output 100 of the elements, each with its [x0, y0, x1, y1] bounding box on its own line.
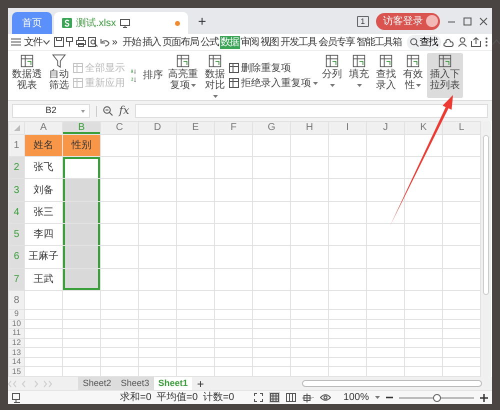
brush-icon[interactable]	[66, 37, 74, 47]
menu-tab[interactable]: 开始	[122, 36, 142, 48]
sort-button[interactable]: 排序	[126, 53, 164, 98]
column-header[interactable]: C	[100, 122, 138, 134]
menu-tab[interactable]: 审阅	[240, 36, 260, 48]
new-tab-button[interactable]: +	[190, 14, 214, 28]
row-header[interactable]: 1	[8, 134, 24, 157]
selected-cell[interactable]	[62, 201, 100, 224]
active-cell[interactable]	[62, 156, 100, 179]
caret-icon[interactable]	[375, 396, 380, 399]
menu-tab[interactable]: 会员专享	[318, 36, 356, 48]
column-header[interactable]: L	[442, 122, 480, 134]
menu-icon[interactable]	[11, 38, 21, 46]
row-header[interactable]: 14	[8, 357, 24, 367]
column-header[interactable]: I	[328, 122, 366, 134]
selected-cell[interactable]	[62, 178, 100, 202]
column-header[interactable]: D	[138, 122, 176, 134]
zoom-icon[interactable]	[103, 106, 113, 116]
more-icon[interactable]	[484, 37, 488, 47]
menu-tab[interactable]: 视图	[260, 36, 280, 48]
ribbon-button[interactable]: 查找录入	[373, 53, 399, 98]
undo-icon[interactable]	[100, 38, 110, 46]
menu-tab[interactable]: 公式	[200, 36, 220, 48]
column-header[interactable]: A	[24, 122, 62, 134]
ribbon-button[interactable]: 插入下拉列表	[427, 53, 463, 98]
column-header[interactable]: H	[290, 122, 328, 134]
fx-button[interactable]: fx	[119, 102, 130, 120]
close-icon[interactable]	[479, 16, 488, 26]
fullscreen-icon[interactable]	[254, 393, 264, 402]
sheet-tab[interactable]: Sheet3	[116, 377, 154, 390]
selected-cell[interactable]	[62, 268, 100, 290]
formula-input[interactable]	[135, 104, 488, 118]
row-header[interactable]: 15	[8, 366, 24, 376]
add-sheet-button[interactable]: +	[192, 378, 210, 390]
row-header[interactable]: 13	[8, 348, 24, 358]
minus-icon[interactable]	[386, 396, 393, 399]
maximize-icon[interactable]	[463, 16, 472, 26]
row-header[interactable]: 8	[8, 290, 24, 310]
horizontal-scrollbar[interactable]	[302, 380, 482, 387]
ribbon-button[interactable]: 删除重复项	[229, 62, 318, 74]
row-header[interactable]: 9	[8, 310, 24, 320]
table-cell[interactable]: 性别	[62, 134, 100, 157]
caret-icon	[357, 84, 362, 87]
more-tools[interactable]: »	[112, 34, 118, 50]
zoom-slider-thumb[interactable]	[432, 394, 440, 402]
column-header[interactable]: J	[366, 122, 404, 134]
person-icon[interactable]	[458, 37, 467, 47]
ribbon-button[interactable]: 有效性	[400, 53, 426, 98]
row-header[interactable]: 10	[8, 319, 24, 329]
column-header[interactable]: E	[176, 122, 214, 134]
search-button[interactable]: 查找	[406, 34, 441, 50]
selected-cell[interactable]	[62, 224, 100, 246]
cloud-icon[interactable]	[442, 38, 454, 46]
table-icon	[73, 78, 83, 88]
menu-tab[interactable]: 智能工具箱	[356, 36, 403, 48]
table-cell[interactable]: 张飞	[24, 156, 62, 179]
save-icon[interactable]	[54, 37, 64, 47]
plus-icon[interactable]	[480, 394, 488, 402]
ribbon-button[interactable]: 拒绝录入重复项	[229, 78, 318, 88]
column-header[interactable]: G	[252, 122, 290, 134]
menu-tab[interactable]: 页面布局	[162, 36, 200, 48]
table-icon	[208, 54, 222, 68]
vertical-scrollbar[interactable]	[481, 121, 491, 377]
name-box[interactable]: B2	[12, 104, 90, 118]
chevron-up-icon[interactable]	[492, 39, 500, 45]
sheet-tab[interactable]: Sheet1	[154, 377, 192, 390]
record-icon[interactable]	[12, 392, 22, 402]
menu-tab[interactable]: 开发工具	[280, 36, 318, 48]
ribbon-button[interactable]: 高亮重复项	[165, 53, 201, 98]
column-header[interactable]: F	[214, 122, 252, 134]
file-tab[interactable]: 测试.xlsx	[54, 12, 188, 34]
ribbon-button[interactable]: 自动筛选	[46, 53, 72, 98]
ribbon-button[interactable]: 填充	[346, 53, 372, 98]
login-button[interactable]: 访客登录	[376, 12, 440, 30]
table-icon	[229, 63, 239, 73]
share-icon[interactable]	[470, 37, 481, 47]
selected-cell[interactable]	[62, 246, 100, 268]
page-layout-icon[interactable]	[286, 393, 296, 402]
menu-tab[interactable]: 数据	[220, 36, 240, 48]
home-tab[interactable]: 首页	[12, 12, 52, 34]
monitor-icon	[120, 18, 130, 28]
page-break-icon[interactable]	[302, 392, 314, 402]
row-header[interactable]: 11	[8, 328, 24, 338]
row-header[interactable]: 12	[8, 338, 24, 348]
menu-tab[interactable]: 插入	[142, 36, 162, 48]
status-stat: 计数=0	[202, 390, 234, 405]
grid-view-icon[interactable]	[269, 392, 280, 403]
chevron-down-icon[interactable]	[43, 40, 50, 44]
sheet-tab[interactable]: Sheet2	[78, 377, 116, 390]
file-name: 测试.xlsx	[76, 16, 116, 30]
eye-icon[interactable]	[320, 393, 332, 402]
print-icon[interactable]	[76, 37, 86, 47]
table-cell[interactable]: 姓名	[24, 134, 62, 157]
zoom-level[interactable]: 100%	[343, 390, 369, 405]
window-count[interactable]: 1	[356, 16, 369, 26]
file-menu[interactable]: 文件	[23, 36, 43, 48]
ribbon-button[interactable]: 分列	[319, 53, 345, 98]
ribbon-button[interactable]: 数据透视表	[9, 53, 45, 98]
preview-icon[interactable]	[88, 37, 98, 47]
ribbon-button[interactable]: 数据对比	[202, 53, 228, 98]
